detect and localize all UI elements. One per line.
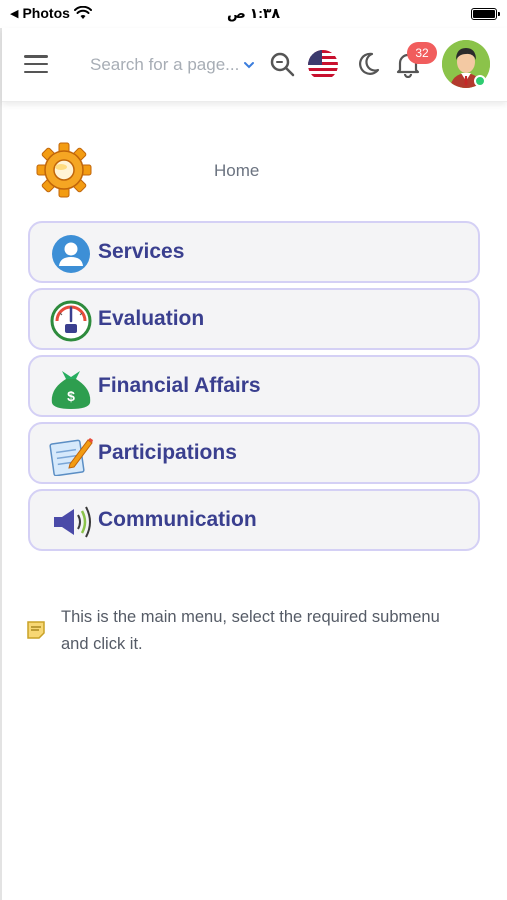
menu-item-services[interactable]: Services [28,221,480,283]
help-note: This is the main menu, select the requir… [61,608,440,653]
notification-badge: 32 [407,42,437,64]
battery-icon [471,8,500,20]
menu-item-label: Financial Affairs [98,374,261,397]
hamburger-line [24,62,48,66]
menu-item-label: Evaluation [98,307,205,330]
home-link[interactable]: Home [214,161,259,181]
us-flag-icon[interactable] [308,50,338,80]
menu-item-label: Participations [98,441,237,464]
hamburger-line [24,55,48,58]
status-time: ١:٣٨ ص [226,5,281,21]
main-menu-list: Services Evaluation $ Financial Affairs … [28,221,480,556]
left-edge-border [0,28,2,900]
search-input[interactable]: Search for a page... [90,50,265,80]
gauge-icon [50,300,92,342]
user-circle-icon [52,235,90,273]
notepad-pencil-icon [49,438,93,476]
search-icon[interactable] [268,50,296,78]
menu-item-label: Communication [98,508,257,531]
svg-text:$: $ [67,388,75,404]
hamburger-menu-button[interactable] [24,52,48,76]
megaphone-icon [54,506,91,538]
search-placeholder: Search for a page... [90,55,240,74]
money-bag-icon: $ [51,371,91,409]
online-status-dot [474,75,486,87]
menu-item-evaluation[interactable]: Evaluation [28,288,480,350]
chevron-down-icon [244,62,255,69]
gear-icon [36,142,92,198]
menu-item-participations[interactable]: Participations [28,422,480,484]
menu-item-financial-affairs[interactable]: $ Financial Affairs [28,355,480,417]
sticky-note-icon [27,621,45,639]
top-header: Search for a page... 32 [2,28,507,102]
hamburger-line [24,70,48,73]
moon-icon[interactable] [354,50,382,78]
menu-item-label: Services [98,240,185,263]
menu-item-communication[interactable]: Communication [28,489,480,551]
status-bar: ◀ Photos ١:٣٨ ص [0,0,507,28]
